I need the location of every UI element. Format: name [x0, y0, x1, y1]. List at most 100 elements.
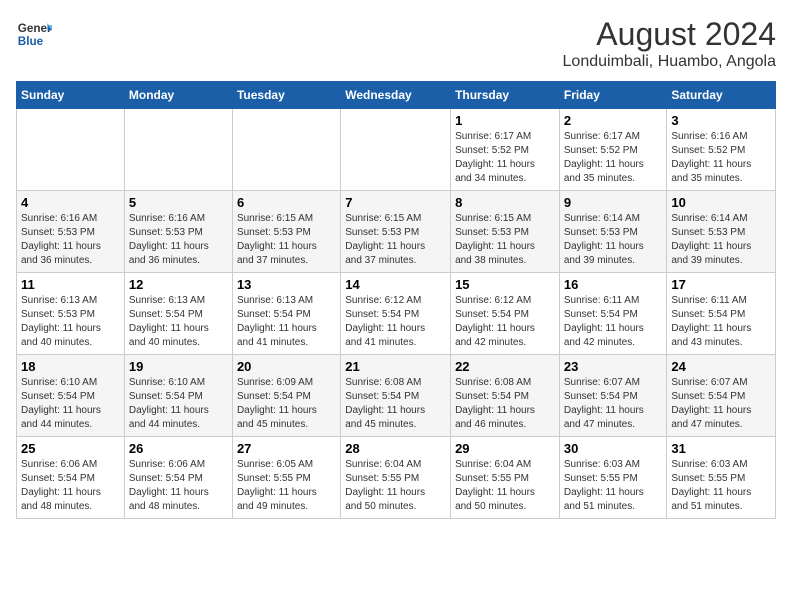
day-detail: Sunrise: 6:08 AM Sunset: 5:54 PM Dayligh…: [455, 376, 555, 432]
day-number: 12: [129, 277, 228, 292]
day-detail: Sunrise: 6:09 AM Sunset: 5:54 PM Dayligh…: [237, 376, 336, 432]
header-cell-wednesday: Wednesday: [341, 82, 451, 109]
calendar-cell: 13 Sunrise: 6:13 AM Sunset: 5:54 PM Dayli…: [232, 273, 340, 355]
calendar-cell: 7Sunrise: 6:15 AM Sunset: 5:53 PM Daylig…: [341, 191, 451, 273]
day-detail: Sunrise: 6:07 AM Sunset: 5:54 PM Dayligh…: [671, 376, 771, 432]
calendar-cell: 23 Sunrise: 6:07 AM Sunset: 5:54 PM Dayli…: [559, 355, 667, 437]
calendar-cell: 14 Sunrise: 6:12 AM Sunset: 5:54 PM Dayli…: [341, 273, 451, 355]
calendar-cell: 20 Sunrise: 6:09 AM Sunset: 5:54 PM Dayli…: [232, 355, 340, 437]
day-detail: Sunrise: 6:13 AM Sunset: 5:54 PM Dayligh…: [129, 294, 228, 350]
day-number: 24: [671, 359, 771, 374]
page-title: August 2024: [563, 16, 776, 53]
calendar-cell: [124, 109, 232, 191]
header-cell-tuesday: Tuesday: [232, 82, 340, 109]
day-number: 13: [237, 277, 336, 292]
header-cell-monday: Monday: [124, 82, 232, 109]
day-number: 14: [345, 277, 446, 292]
svg-text:Blue: Blue: [18, 35, 44, 48]
day-number: 29: [455, 441, 555, 456]
calendar-cell: 15 Sunrise: 6:12 AM Sunset: 5:54 PM Dayli…: [451, 273, 560, 355]
day-detail: Sunrise: 6:11 AM Sunset: 5:54 PM Dayligh…: [564, 294, 663, 350]
calendar-cell: 17 Sunrise: 6:11 AM Sunset: 5:54 PM Dayli…: [667, 273, 776, 355]
calendar-cell: 25 Sunrise: 6:06 AM Sunset: 5:54 PM Dayli…: [17, 437, 125, 519]
calendar-cell: 8 Sunrise: 6:15 AM Sunset: 5:53 PM Daylig…: [451, 191, 560, 273]
day-number: 15: [455, 277, 555, 292]
calendar-cell: 26 Sunrise: 6:06 AM Sunset: 5:54 PM Dayli…: [124, 437, 232, 519]
calendar-cell: [17, 109, 125, 191]
calendar-week-3: 11 Sunrise: 6:13 AM Sunset: 5:53 PM Dayli…: [17, 273, 776, 355]
day-number: 16: [564, 277, 663, 292]
day-detail: Sunrise: 6:15 AM Sunset: 5:53 PM Dayligh…: [455, 212, 555, 268]
calendar-cell: [232, 109, 340, 191]
calendar-cell: 30 Sunrise: 6:03 AM Sunset: 5:55 PM Dayli…: [559, 437, 667, 519]
day-detail: Sunrise: 6:13 AM Sunset: 5:53 PM Dayligh…: [21, 294, 120, 350]
day-detail: Sunrise: 6:06 AM Sunset: 5:54 PM Dayligh…: [129, 458, 228, 514]
calendar-cell: 11 Sunrise: 6:13 AM Sunset: 5:53 PM Dayli…: [17, 273, 125, 355]
calendar-body: 1 Sunrise: 6:17 AM Sunset: 5:52 PM Daylig…: [17, 109, 776, 519]
day-number: 26: [129, 441, 228, 456]
day-detail: Sunrise: 6:15 AM Sunset: 5:53 PM Dayligh…: [237, 212, 336, 268]
calendar-cell: 6 Sunrise: 6:15 AM Sunset: 5:53 PM Daylig…: [232, 191, 340, 273]
day-number: 4: [21, 195, 120, 210]
day-detail: Sunrise: 6:17 AM Sunset: 5:52 PM Dayligh…: [455, 130, 555, 186]
day-detail: Sunrise: 6:03 AM Sunset: 5:55 PM Dayligh…: [564, 458, 663, 514]
day-number: 28: [345, 441, 446, 456]
day-number: 18: [21, 359, 120, 374]
day-number: 19: [129, 359, 228, 374]
calendar-cell: 27 Sunrise: 6:05 AM Sunset: 5:55 PM Dayli…: [232, 437, 340, 519]
day-detail: Sunrise: 6:16 AM Sunset: 5:53 PM Dayligh…: [129, 212, 228, 268]
day-detail: Sunrise: 6:04 AM Sunset: 5:55 PM Dayligh…: [345, 458, 446, 514]
calendar-week-1: 1 Sunrise: 6:17 AM Sunset: 5:52 PM Daylig…: [17, 109, 776, 191]
logo: General Blue: [16, 16, 52, 52]
calendar-cell: 5Sunrise: 6:16 AM Sunset: 5:53 PM Daylig…: [124, 191, 232, 273]
day-detail: Sunrise: 6:14 AM Sunset: 5:53 PM Dayligh…: [564, 212, 663, 268]
calendar-cell: 21Sunrise: 6:08 AM Sunset: 5:54 PM Dayli…: [341, 355, 451, 437]
day-number: 17: [671, 277, 771, 292]
day-detail: Sunrise: 6:11 AM Sunset: 5:54 PM Dayligh…: [671, 294, 771, 350]
calendar-cell: 16 Sunrise: 6:11 AM Sunset: 5:54 PM Dayli…: [559, 273, 667, 355]
calendar-cell: 1 Sunrise: 6:17 AM Sunset: 5:52 PM Daylig…: [451, 109, 560, 191]
calendar-cell: 29 Sunrise: 6:04 AM Sunset: 5:55 PM Dayli…: [451, 437, 560, 519]
day-number: 20: [237, 359, 336, 374]
day-detail: Sunrise: 6:06 AM Sunset: 5:54 PM Dayligh…: [21, 458, 120, 514]
calendar-cell: 12 Sunrise: 6:13 AM Sunset: 5:54 PM Dayli…: [124, 273, 232, 355]
calendar-cell: 24 Sunrise: 6:07 AM Sunset: 5:54 PM Dayli…: [667, 355, 776, 437]
day-number: 7: [345, 195, 446, 210]
day-detail: Sunrise: 6:04 AM Sunset: 5:55 PM Dayligh…: [455, 458, 555, 514]
day-number: 6: [237, 195, 336, 210]
day-detail: Sunrise: 6:12 AM Sunset: 5:54 PM Dayligh…: [345, 294, 446, 350]
day-detail: Sunrise: 6:05 AM Sunset: 5:55 PM Dayligh…: [237, 458, 336, 514]
calendar-cell: 9 Sunrise: 6:14 AM Sunset: 5:53 PM Daylig…: [559, 191, 667, 273]
calendar-cell: 2Sunrise: 6:17 AM Sunset: 5:52 PM Daylig…: [559, 109, 667, 191]
day-number: 8: [455, 195, 555, 210]
day-number: 9: [564, 195, 663, 210]
calendar-cell: 19Sunrise: 6:10 AM Sunset: 5:54 PM Dayli…: [124, 355, 232, 437]
day-detail: Sunrise: 6:10 AM Sunset: 5:54 PM Dayligh…: [21, 376, 120, 432]
day-number: 25: [21, 441, 120, 456]
calendar-cell: 3Sunrise: 6:16 AM Sunset: 5:52 PM Daylig…: [667, 109, 776, 191]
day-number: 22: [455, 359, 555, 374]
day-number: 30: [564, 441, 663, 456]
calendar-week-4: 18 Sunrise: 6:10 AM Sunset: 5:54 PM Dayli…: [17, 355, 776, 437]
title-block: August 2024 Londuimbali, Huambo, Angola: [563, 16, 776, 71]
calendar-cell: 18 Sunrise: 6:10 AM Sunset: 5:54 PM Dayli…: [17, 355, 125, 437]
day-number: 27: [237, 441, 336, 456]
header-cell-saturday: Saturday: [667, 82, 776, 109]
day-detail: Sunrise: 6:16 AM Sunset: 5:52 PM Dayligh…: [671, 130, 771, 186]
day-detail: Sunrise: 6:12 AM Sunset: 5:54 PM Dayligh…: [455, 294, 555, 350]
day-detail: Sunrise: 6:07 AM Sunset: 5:54 PM Dayligh…: [564, 376, 663, 432]
day-number: 10: [671, 195, 771, 210]
header-cell-friday: Friday: [559, 82, 667, 109]
day-number: 11: [21, 277, 120, 292]
calendar-cell: 10Sunrise: 6:14 AM Sunset: 5:53 PM Dayli…: [667, 191, 776, 273]
page-header: General Blue August 2024 Londuimbali, Hu…: [16, 16, 776, 71]
logo-icon: General Blue: [16, 16, 52, 52]
calendar-cell: 28 Sunrise: 6:04 AM Sunset: 5:55 PM Dayli…: [341, 437, 451, 519]
calendar-table: SundayMondayTuesdayWednesdayThursdayFrid…: [16, 81, 776, 519]
day-detail: Sunrise: 6:16 AM Sunset: 5:53 PM Dayligh…: [21, 212, 120, 268]
day-number: 23: [564, 359, 663, 374]
day-detail: Sunrise: 6:13 AM Sunset: 5:54 PM Dayligh…: [237, 294, 336, 350]
calendar-cell: 22 Sunrise: 6:08 AM Sunset: 5:54 PM Dayli…: [451, 355, 560, 437]
calendar-cell: [341, 109, 451, 191]
day-number: 1: [455, 113, 555, 128]
